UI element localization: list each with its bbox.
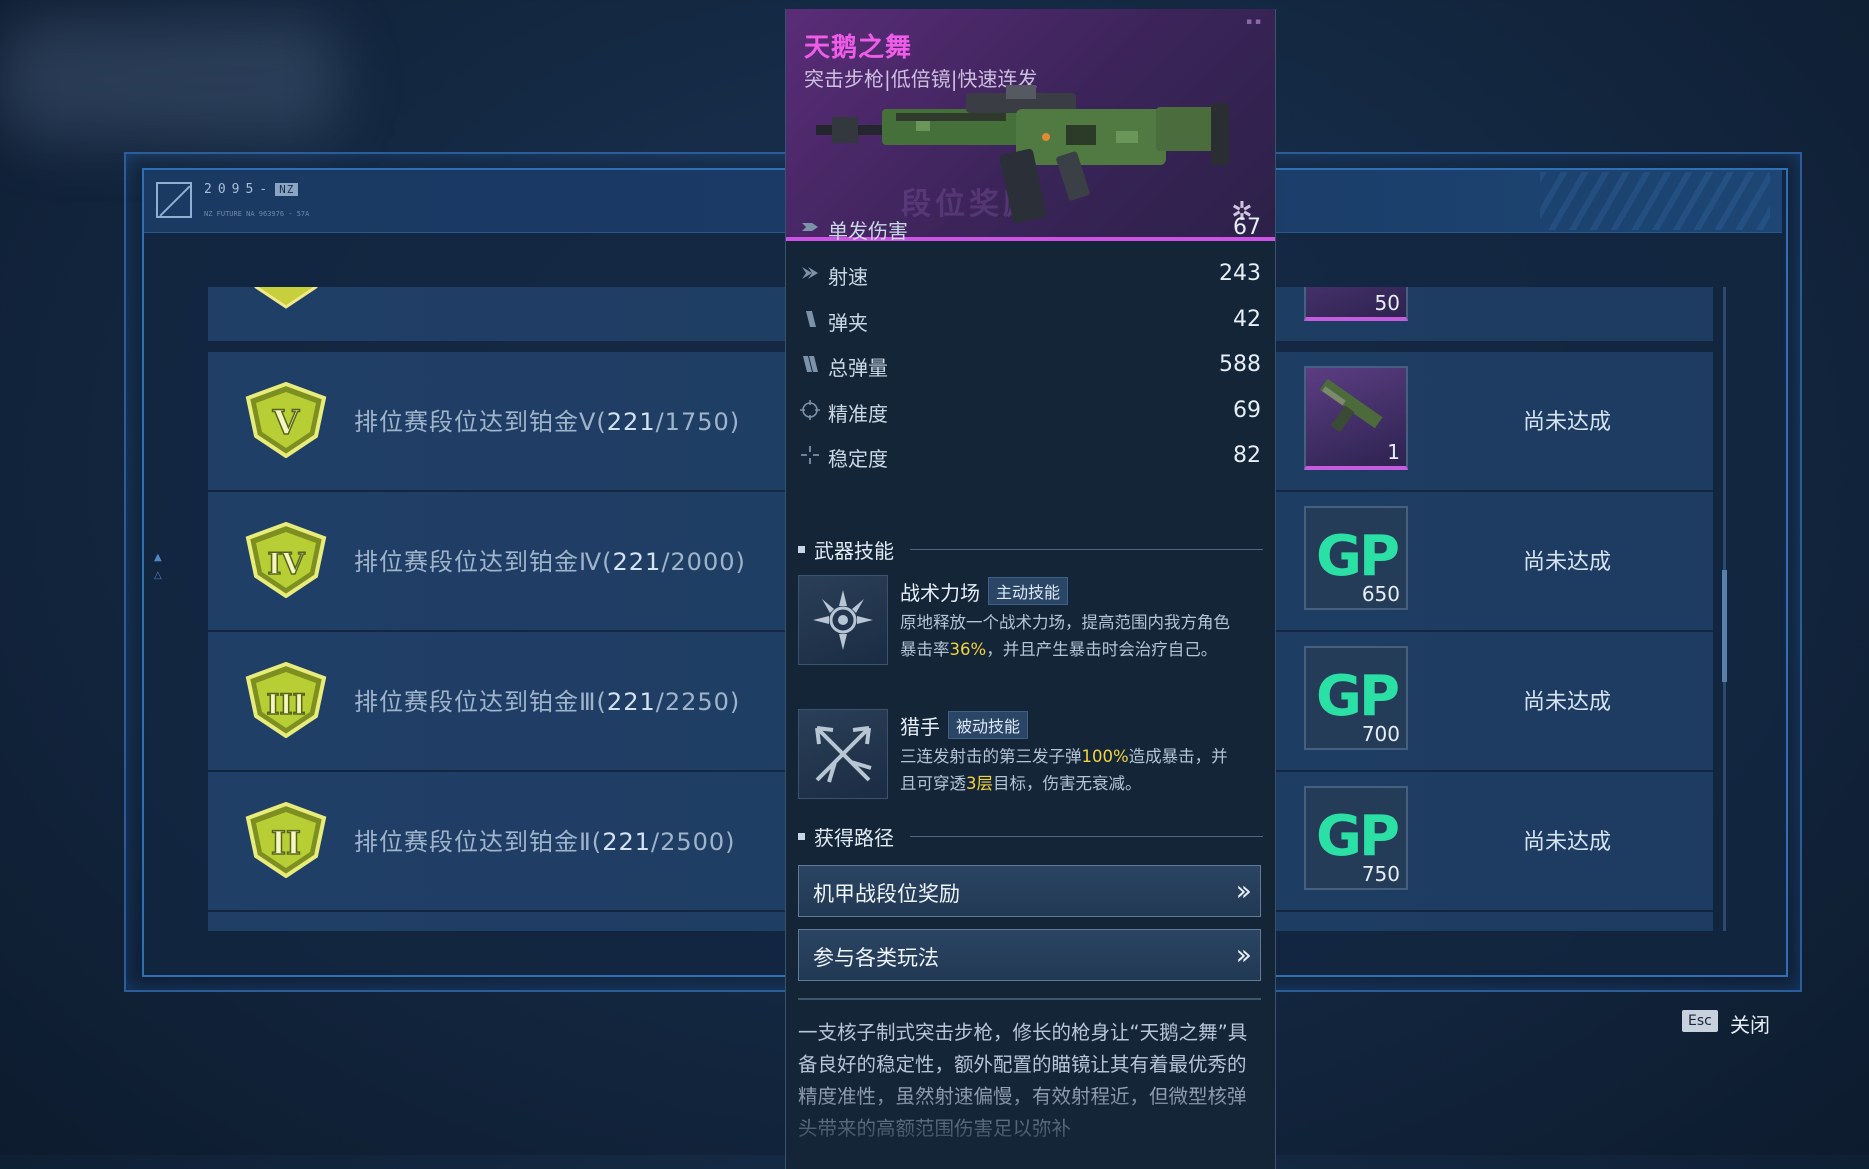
path-label: 机甲战段位奖励 — [813, 882, 960, 906]
reward-item-gp[interactable]: GP 750 — [1304, 786, 1408, 890]
scroll-up-outline-icon[interactable]: △ — [154, 570, 162, 581]
magazine-icon — [806, 311, 816, 327]
logo-subtext: NZ FUTURE NA 963976 - 57A — [204, 210, 310, 218]
reward-condition: 排位赛段位达到铂金Ⅴ(221/1750) — [354, 408, 741, 436]
reward-item-coin[interactable]: 50 — [1304, 287, 1408, 321]
arrow-icon — [802, 223, 818, 231]
weapon-detail-card: ▪ ▪ 段位奖励 天鹅之舞 突击步枪|低倍镜|快速连发 ✲ 单发伤害 67 射速… — [785, 9, 1276, 1169]
reward-condition: 排位赛段位达到铂金Ⅲ(221/2250) — [354, 688, 741, 716]
close-button[interactable]: 关闭 — [1730, 1009, 1770, 1038]
reward-item-rifle[interactable]: 1 — [1304, 366, 1408, 470]
stat-value: 42 — [1233, 307, 1261, 332]
path-button-modes[interactable]: 参与各类玩法 ›› — [798, 929, 1261, 981]
reward-count: 750 — [1361, 862, 1400, 886]
stat-label: 射速 — [828, 265, 868, 289]
gp-currency-icon: GP — [1316, 664, 1400, 729]
stat-row-damage: 单发伤害 67 — [786, 207, 1275, 251]
esc-key-hint[interactable]: Esc — [1682, 1010, 1718, 1032]
stat-label: 弹夹 — [828, 311, 868, 335]
gp-currency-icon: GP — [1316, 804, 1400, 869]
reward-status: 尚未达成 — [1523, 830, 1612, 855]
platinum-medal-icon: IV — [245, 522, 327, 598]
logo-badge: NZ — [275, 183, 299, 196]
stat-row-magazine: 弹夹 42 — [786, 299, 1275, 343]
platinum-medal-icon: V — [245, 382, 327, 458]
section-title: 武器技能 — [814, 539, 894, 563]
stat-label: 总弹量 — [828, 356, 888, 380]
reward-count: 700 — [1361, 722, 1400, 746]
reward-status: 尚未达成 — [1523, 550, 1612, 575]
section-title: 获得路径 — [814, 826, 894, 850]
stat-value: 588 — [1219, 352, 1261, 377]
reward-count: 50 — [1374, 291, 1400, 315]
stat-row-fire-rate: 射速 243 — [786, 253, 1275, 297]
scroll-up-icon[interactable]: ▲ — [154, 552, 162, 563]
lore-divider — [798, 998, 1261, 1000]
reward-item-gp[interactable]: GP 650 — [1304, 506, 1408, 610]
passive-skill-tag: 被动技能 — [948, 711, 1029, 739]
stat-row-stability: 稳定度 82 — [786, 435, 1275, 479]
stability-icon — [801, 446, 819, 464]
tactical-field-skill-icon — [798, 575, 888, 665]
header-decoration — [1540, 172, 1770, 230]
reward-status: 尚未达成 — [1523, 410, 1612, 435]
svg-text:IV: IV — [267, 547, 305, 582]
skill-title: 战术力场 主动技能 — [900, 577, 1069, 606]
crosshair-icon — [800, 400, 820, 420]
path-button-mech-rank[interactable]: 机甲战段位奖励 ›› — [798, 865, 1261, 917]
logo-code: 2095- NZ — [204, 182, 299, 197]
skill-description: 原地释放一个战术力场，提高范围内我方角色暴击率36%，并且产生暴击时会治疗自己。 — [900, 613, 1230, 659]
path-label: 参与各类玩法 — [813, 946, 939, 970]
double-chevron-icon: ›› — [1235, 874, 1253, 907]
reward-item-gp[interactable]: GP 700 — [1304, 646, 1408, 750]
svg-text:III: III — [266, 688, 305, 721]
reward-count: 1 — [1387, 440, 1400, 464]
double-chevron-icon: ›› — [1235, 938, 1253, 971]
acquisition-header: 获得路径 — [798, 822, 1263, 850]
svg-text:V: V — [272, 403, 300, 443]
stat-label: 单发伤害 — [828, 219, 908, 243]
section-bullet — [798, 833, 805, 840]
reward-count: 650 — [1361, 582, 1400, 606]
stat-label: 精准度 — [828, 402, 888, 426]
platinum-medal-icon: II — [245, 802, 327, 878]
weapon-name: 天鹅之舞 — [804, 33, 913, 63]
stat-value: 69 — [1233, 398, 1261, 423]
active-skill-tag: 主动技能 — [988, 577, 1069, 605]
header-corner-mark: ▪ ▪ — [1245, 17, 1261, 27]
section-divider — [910, 549, 1263, 550]
hunter-skill-icon — [798, 709, 888, 799]
logo-slash-icon — [156, 182, 192, 218]
section-bullet — [798, 546, 805, 553]
svg-text:II: II — [271, 824, 301, 862]
platinum-medal-icon: III — [245, 662, 327, 738]
reward-condition: 排位赛段位达到铂金Ⅳ(221/2000) — [354, 548, 746, 576]
reward-status: 尚未达成 — [1523, 690, 1612, 715]
gp-currency-icon: GP — [1316, 524, 1400, 589]
stat-value: 243 — [1219, 261, 1261, 286]
stat-row-total-ammo: 总弹量 588 — [786, 344, 1275, 388]
ammo-icon — [803, 356, 818, 372]
blurred-background-text — [0, 20, 340, 140]
lore-fade — [786, 1069, 1275, 1169]
stat-label: 稳定度 — [828, 447, 888, 471]
stat-value: 82 — [1233, 443, 1261, 468]
stat-value: 67 — [1233, 215, 1261, 240]
weapon-skills-header: 武器技能 — [798, 535, 1263, 563]
scrollbar-thumb[interactable] — [1722, 570, 1727, 682]
chevron-icon — [802, 267, 818, 279]
platinum-medal-icon — [254, 287, 318, 309]
section-divider — [910, 836, 1263, 837]
skill-description: 三连发射击的第三发子弹100%造成暴击，并且可穿透3层目标，伤害无衰减。 — [900, 747, 1228, 793]
skill-title: 猎手 被动技能 — [900, 711, 1029, 740]
stat-row-accuracy: 精准度 69 — [786, 390, 1275, 434]
reward-condition: 排位赛段位达到铂金Ⅱ(221/2500) — [354, 828, 736, 856]
